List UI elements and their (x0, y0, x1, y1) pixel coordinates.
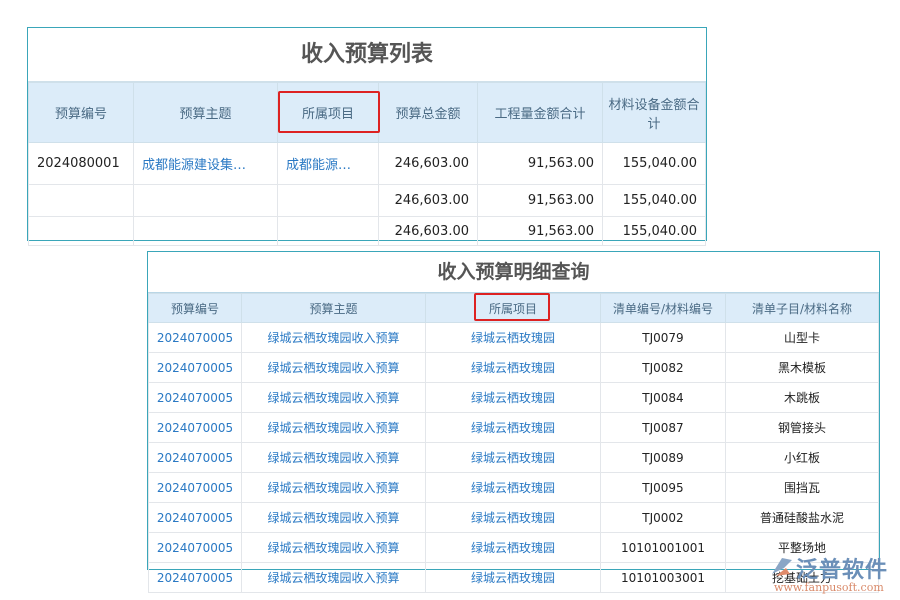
table-cell[interactable]: 绿城云栖玫瑰园 (426, 413, 601, 443)
highlight-box (474, 293, 550, 321)
table-cell: 普通硅酸盐水泥 (726, 503, 879, 533)
logo-brand: 泛普软件 (796, 552, 888, 584)
table-cell (278, 217, 379, 246)
table-cell[interactable]: 绿城云栖玫瑰园 (426, 383, 601, 413)
budget-detail-title: 收入预算明细查询 (148, 252, 879, 293)
table-cell: 246,603.00 (379, 217, 478, 246)
table-cell[interactable]: 2024070005 (149, 413, 242, 443)
budget-detail-table: 预算编号预算主题所属项目清单编号/材料编号清单子目/材料名称 202407000… (148, 293, 879, 593)
table-row[interactable]: 2024070005绿城云栖玫瑰园收入预算绿城云栖玫瑰园TJ0087钢管接头 (149, 413, 879, 443)
table-cell[interactable]: 2024070005 (149, 383, 242, 413)
table-cell[interactable]: 绿城云栖玫瑰园收入预算 (242, 503, 426, 533)
table-cell[interactable]: 绿城云栖玫瑰园 (426, 443, 601, 473)
table-cell (278, 185, 379, 217)
column-header[interactable]: 清单编号/材料编号 (601, 294, 726, 323)
column-header[interactable]: 预算总金额 (379, 83, 478, 143)
table-cell: 钢管接头 (726, 413, 879, 443)
table-row[interactable]: 246,603.0091,563.00155,040.00 (29, 185, 706, 217)
table-cell: 155,040.00 (603, 143, 706, 185)
table-cell: 246,603.00 (379, 143, 478, 185)
table-cell[interactable]: 2024070005 (149, 533, 242, 563)
table-cell[interactable]: 绿城云栖玫瑰园 (426, 533, 601, 563)
table-cell: 小红板 (726, 443, 879, 473)
logo-mark-icon (770, 556, 794, 578)
table-row[interactable]: 2024070005绿城云栖玫瑰园收入预算绿城云栖玫瑰园TJ0002普通硅酸盐水… (149, 503, 879, 533)
table-cell: 155,040.00 (603, 217, 706, 246)
table-cell: 91,563.00 (478, 143, 603, 185)
table-cell: 围挡瓦 (726, 473, 879, 503)
column-header[interactable]: 工程量金额合计 (478, 83, 603, 143)
highlight-box (278, 91, 380, 133)
column-header[interactable]: 材料设备金额合计 (603, 83, 706, 143)
table-cell[interactable]: 绿城云栖玫瑰园 (426, 473, 601, 503)
table-cell[interactable]: 绿城云栖玫瑰园收入预算 (242, 533, 426, 563)
table-cell: 10101003001 (601, 563, 726, 593)
table-cell (29, 217, 134, 246)
table-cell[interactable]: 绿城云栖玫瑰园收入预算 (242, 353, 426, 383)
table-row[interactable]: 2024070005绿城云栖玫瑰园收入预算绿城云栖玫瑰园TJ0089小红板 (149, 443, 879, 473)
table-cell[interactable]: 绿城云栖玫瑰园收入预算 (242, 323, 426, 353)
table-cell[interactable]: 2024070005 (149, 473, 242, 503)
table-cell[interactable]: 成都能源建设集… (134, 143, 278, 185)
column-header[interactable]: 预算编号 (149, 294, 242, 323)
table-cell: 10101001001 (601, 533, 726, 563)
table-cell[interactable]: 成都能源… (278, 143, 379, 185)
logo-url: www.fanpusoft.com (774, 581, 884, 594)
table-cell[interactable]: 绿城云栖玫瑰园 (426, 323, 601, 353)
table-row[interactable]: 2024080001成都能源建设集…成都能源…246,603.0091,563.… (29, 143, 706, 185)
table-cell: TJ0084 (601, 383, 726, 413)
table-cell[interactable]: 绿城云栖玫瑰园收入预算 (242, 443, 426, 473)
table-cell: 山型卡 (726, 323, 879, 353)
column-header[interactable]: 预算编号 (29, 83, 134, 143)
table-cell (134, 217, 278, 246)
table-cell (29, 185, 134, 217)
table-cell[interactable]: 2024070005 (149, 503, 242, 533)
table-cell[interactable]: 2024070005 (149, 323, 242, 353)
table-cell: 91,563.00 (478, 185, 603, 217)
table-cell: 黑木模板 (726, 353, 879, 383)
table-cell: TJ0087 (601, 413, 726, 443)
column-header[interactable]: 预算主题 (134, 83, 278, 143)
fanpusoft-logo: 泛普软件 www.fanpusoft.com (768, 552, 893, 598)
table-cell[interactable]: 绿城云栖玫瑰园收入预算 (242, 383, 426, 413)
budget-detail-panel: 收入预算明细查询 预算编号预算主题所属项目清单编号/材料编号清单子目/材料名称 … (147, 251, 880, 570)
table-cell[interactable]: 绿城云栖玫瑰园 (426, 503, 601, 533)
table-cell[interactable]: 绿城云栖玫瑰园收入预算 (242, 473, 426, 503)
table-cell: TJ0089 (601, 443, 726, 473)
table-cell (134, 185, 278, 217)
budget-list-panel: 收入预算列表 预算编号预算主题所属项目预算总金额工程量金额合计材料设备金额合计 … (27, 27, 707, 241)
table-row[interactable]: 2024070005绿城云栖玫瑰园收入预算绿城云栖玫瑰园TJ0095围挡瓦 (149, 473, 879, 503)
table-cell[interactable]: 绿城云栖玫瑰园收入预算 (242, 413, 426, 443)
table-cell: TJ0095 (601, 473, 726, 503)
table-row[interactable]: 2024070005绿城云栖玫瑰园收入预算绿城云栖玫瑰园TJ0079山型卡 (149, 323, 879, 353)
table-cell[interactable]: 2024070005 (149, 443, 242, 473)
table-cell: TJ0002 (601, 503, 726, 533)
table-cell[interactable]: 绿城云栖玫瑰园 (426, 353, 601, 383)
table-cell: 91,563.00 (478, 217, 603, 246)
table-cell[interactable]: 绿城云栖玫瑰园收入预算 (242, 563, 426, 593)
table-cell: 木跳板 (726, 383, 879, 413)
table-cell: TJ0079 (601, 323, 726, 353)
table-cell[interactable]: 绿城云栖玫瑰园 (426, 563, 601, 593)
table-cell: 246,603.00 (379, 185, 478, 217)
table-row[interactable]: 2024070005绿城云栖玫瑰园收入预算绿城云栖玫瑰园TJ0084木跳板 (149, 383, 879, 413)
table-cell[interactable]: 2024070005 (149, 563, 242, 593)
column-header[interactable]: 清单子目/材料名称 (726, 294, 879, 323)
table-cell: TJ0082 (601, 353, 726, 383)
table-row[interactable]: 246,603.0091,563.00155,040.00 (29, 217, 706, 246)
column-header[interactable]: 预算主题 (242, 294, 426, 323)
table-cell[interactable]: 2024070005 (149, 353, 242, 383)
table-cell: 2024080001 (29, 143, 134, 185)
table-row[interactable]: 2024070005绿城云栖玫瑰园收入预算绿城云栖玫瑰园TJ0082黑木模板 (149, 353, 879, 383)
budget-list-title: 收入预算列表 (28, 28, 706, 82)
table-cell: 155,040.00 (603, 185, 706, 217)
